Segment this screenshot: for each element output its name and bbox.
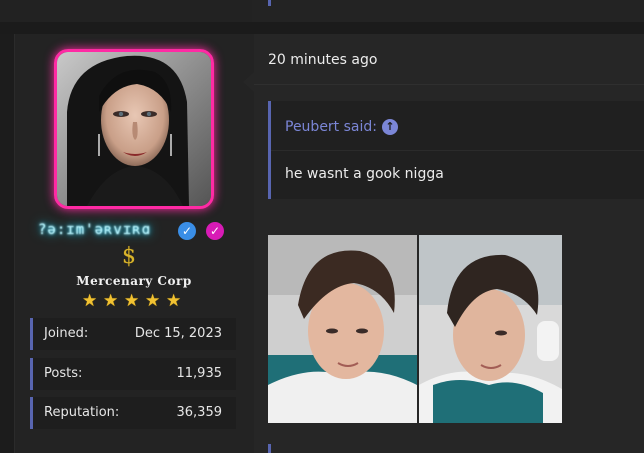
username[interactable]: ?ə:ɪm'əʀvɪʀɑ [38,222,178,242]
attachment-photo-1[interactable] [268,235,417,423]
user-rating: ★ ★ ★ ★ ★ [82,292,192,310]
stat-accent [30,397,33,429]
stat-label: Posts: [44,366,83,381]
avatar-image [57,52,211,206]
post-timestamp[interactable]: 20 minutes ago [268,52,377,68]
quote-divider [271,150,644,151]
arrow-up-circle-icon[interactable]: ↑ [382,119,398,135]
star-icon: ★ [103,291,119,311]
post-gap [0,22,644,34]
previous-post-accent [268,0,271,6]
stat-accent [30,318,33,350]
avatar[interactable] [54,49,214,209]
quote-block: Peubert said: ↑ he wasnt a gook nigga [268,101,644,199]
quote-body: he wasnt a gook nigga [285,166,444,182]
next-post-accent [268,444,271,453]
post: ?ə:ɪm'əʀvɪʀɑ ✓ ✓ $ Mercenary Corp ★ ★ ★ … [14,34,644,453]
star-icon: ★ [124,291,140,311]
post-content: 20 minutes ago Peubert said: ↑ he wasnt … [254,34,644,453]
stat-label: Joined: [44,326,89,341]
user-column-edge [14,34,15,453]
star-icon: ★ [166,291,182,311]
photo-2-image [419,235,562,423]
photo-1-image [268,235,417,423]
stat-reputation: Reputation: 36,359 [30,397,236,429]
quote-author[interactable]: Peubert said: [285,119,377,135]
stat-value: Dec 15, 2023 [134,326,222,341]
stat-accent [30,358,33,390]
stat-joined: Joined: Dec 15, 2023 [30,318,236,350]
user-column: ?ə:ɪm'əʀvɪʀɑ ✓ ✓ $ Mercenary Corp ★ ★ ★ … [14,34,254,453]
attachment-photo-2[interactable] [419,235,562,423]
post-header-divider [254,84,644,85]
stat-posts: Posts: 11,935 [30,358,236,390]
stat-value: 36,359 [176,405,223,420]
user-group: Mercenary Corp [76,274,192,288]
star-icon: ★ [82,291,98,311]
verified-icon: ✓ [178,222,196,240]
dollar-icon: $ [122,244,136,269]
checkmark-icon: ✓ [206,222,224,240]
stat-value: 11,935 [176,366,223,381]
post-arrow [243,72,254,92]
star-icon: ★ [145,291,161,311]
previous-post-strip [0,0,644,22]
stat-label: Reputation: [44,405,120,420]
previous-post-user-col [0,0,252,22]
